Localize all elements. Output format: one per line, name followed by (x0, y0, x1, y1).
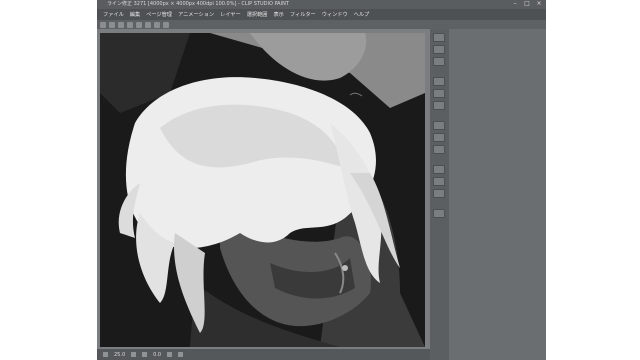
open-file-icon[interactable] (109, 21, 115, 28)
layer-icon[interactable] (433, 89, 445, 98)
rotation-value[interactable]: 0.0 (153, 352, 161, 358)
canvas-area (97, 29, 430, 349)
intermediate-color-icon[interactable] (433, 177, 445, 186)
rotate-icon[interactable] (167, 352, 173, 357)
menu-animation[interactable]: アニメーション (178, 11, 214, 18)
undo-icon[interactable] (127, 21, 133, 28)
approximate-color-icon[interactable] (433, 189, 445, 198)
zoom-out-icon[interactable] (131, 352, 137, 357)
right-icon-bar (430, 29, 449, 360)
history-icon[interactable] (433, 121, 445, 130)
color-set-icon[interactable] (433, 165, 445, 174)
menu-view[interactable]: 表示 (273, 11, 283, 18)
fill-icon[interactable] (154, 21, 160, 28)
menu-help[interactable]: ヘルプ (354, 11, 370, 18)
new-file-icon[interactable] (100, 21, 106, 28)
artwork-illustration (100, 33, 425, 347)
save-icon[interactable] (118, 21, 124, 28)
menu-page[interactable]: ページ管理 (146, 11, 172, 18)
auto-action-icon[interactable] (433, 133, 445, 142)
close-button[interactable]: × (535, 0, 543, 8)
status-bar: 25.0 0.0 (97, 349, 430, 360)
layer-search-icon[interactable] (433, 101, 445, 110)
maximize-button[interactable]: □ (523, 0, 531, 8)
zoom-value[interactable]: 25.0 (114, 352, 125, 358)
command-bar (97, 20, 546, 29)
color-history-icon[interactable] (433, 209, 445, 218)
menu-file[interactable]: ファイル (103, 11, 124, 18)
material-icon[interactable] (433, 57, 445, 66)
sub-view-icon[interactable] (433, 45, 445, 54)
clear-icon[interactable] (145, 21, 151, 28)
artwork-canvas[interactable] (100, 33, 425, 347)
zoom-in-icon[interactable] (142, 352, 148, 357)
menu-filter[interactable]: フィルター (290, 11, 316, 18)
window-title: ライン修正 3271 [4000px × 4000px 400dpi 100.0… (107, 1, 289, 7)
title-bar: ライン修正 3271 [4000px × 4000px 400dpi 100.0… (97, 0, 546, 9)
transform-icon[interactable] (163, 21, 169, 28)
redo-icon[interactable] (136, 21, 142, 28)
layer-property-icon[interactable] (433, 77, 445, 86)
menu-edit[interactable]: 編集 (130, 11, 140, 18)
menu-window[interactable]: ウィンドウ (322, 11, 348, 18)
minimize-button[interactable]: – (511, 0, 519, 8)
fit-view-icon[interactable] (103, 352, 108, 357)
menu-layer[interactable]: レイヤー (220, 11, 241, 18)
menu-bar: ファイル 編集 ページ管理 アニメーション レイヤー 選択範囲 表示 フィルター… (97, 9, 546, 20)
navigator-icon[interactable] (433, 33, 445, 42)
menu-selection[interactable]: 選択範囲 (247, 11, 268, 18)
item-bank-icon[interactable] (433, 145, 445, 154)
flip-icon[interactable] (178, 352, 184, 357)
